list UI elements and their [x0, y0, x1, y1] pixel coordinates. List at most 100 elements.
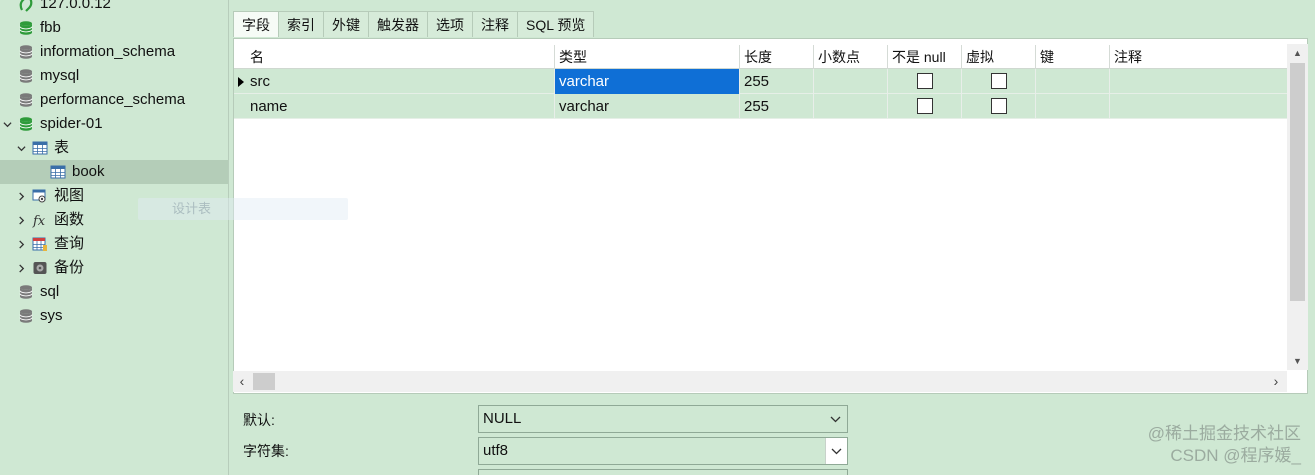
tree-item[interactable]: 查询	[0, 232, 228, 256]
cell-comment[interactable]	[1110, 94, 1288, 119]
not-null-checkbox[interactable]	[917, 98, 933, 114]
database-open-icon	[18, 116, 34, 132]
scroll-down-icon[interactable]: ▼	[1287, 352, 1308, 370]
chevron-right-icon[interactable]	[14, 232, 28, 256]
tree-item-information-schema[interactable]: information_schema	[0, 40, 228, 64]
column-header[interactable]: 类型	[555, 45, 740, 69]
cell-name[interactable]: name	[246, 94, 555, 119]
tree-item-label: spider-01	[40, 115, 103, 132]
tab-0[interactable]: 字段	[233, 11, 279, 37]
drag-ghost-tooltip: 设计表	[138, 198, 348, 220]
column-header[interactable]: 注释	[1110, 45, 1288, 69]
table-icon	[32, 140, 48, 156]
tree-item-sql[interactable]: sql	[0, 280, 228, 304]
database-icon	[18, 92, 34, 108]
tree-item-spider-01[interactable]: spider-01	[0, 112, 228, 136]
cell-type[interactable]: varchar	[555, 69, 740, 94]
scroll-thumb[interactable]	[253, 373, 275, 390]
charset-select[interactable]: utf8	[478, 437, 848, 465]
tree-item[interactable]: 备份	[0, 256, 228, 280]
not-null-checkbox[interactable]	[917, 73, 933, 89]
cell-decimals[interactable]	[814, 94, 888, 119]
tab-3[interactable]: 触发器	[368, 11, 428, 37]
toolbar	[230, 0, 1315, 10]
chevron-down-icon[interactable]	[0, 112, 14, 136]
tree-item-label: book	[72, 163, 105, 180]
tree-item-fbb[interactable]: fbb	[0, 16, 228, 40]
scroll-thumb[interactable]	[1290, 63, 1305, 301]
collation-select-partial[interactable]	[478, 469, 848, 475]
current-row-marker-icon	[236, 69, 246, 94]
vertical-scrollbar[interactable]: ▲ ▼	[1287, 44, 1308, 370]
tree-item-book[interactable]: book	[0, 160, 228, 184]
column-header[interactable]: 虚拟	[962, 45, 1036, 69]
chevron-down-icon[interactable]	[14, 136, 28, 160]
column-header[interactable]: 小数点	[814, 45, 888, 69]
default-value: NULL	[483, 410, 522, 427]
tree-item-mysql[interactable]: mysql	[0, 64, 228, 88]
database-icon	[18, 308, 34, 324]
tree-item-performance-schema[interactable]: performance_schema	[0, 88, 228, 112]
default-select[interactable]: NULL	[478, 405, 848, 433]
table-icon	[50, 164, 66, 180]
column-header[interactable]: 长度	[740, 45, 814, 69]
tree-item-label: mysql	[40, 67, 80, 84]
scroll-up-icon[interactable]: ▲	[1287, 44, 1308, 62]
tab-5[interactable]: 注释	[472, 11, 518, 37]
chevron-right-icon[interactable]	[14, 256, 28, 280]
column-header[interactable]: 键	[1036, 45, 1110, 69]
chevron-down-icon	[827, 406, 843, 432]
chevron-right-icon[interactable]	[14, 184, 28, 208]
tree-item-label: fbb	[40, 19, 61, 36]
cell-length[interactable]: 255	[740, 69, 814, 94]
table-row[interactable]: name varchar 255	[234, 94, 1288, 119]
scroll-left-icon[interactable]: ‹	[233, 371, 251, 392]
tab-1[interactable]: 索引	[278, 11, 324, 37]
designer-tabs: 字段 索引 外键 触发器 选项 注释 SQL 预览	[233, 11, 595, 37]
column-header[interactable]: 不是 null	[888, 45, 962, 69]
connection-icon	[18, 0, 34, 12]
cell-key[interactable]	[1036, 69, 1110, 94]
default-label: 默认:	[243, 412, 275, 428]
cell-key[interactable]	[1036, 94, 1110, 119]
column-header[interactable]: 名	[246, 45, 555, 69]
database-icon	[18, 68, 34, 84]
virtual-checkbox[interactable]	[991, 73, 1007, 89]
database-icon	[18, 284, 34, 300]
cell-not-null[interactable]	[888, 69, 962, 94]
cell-decimals[interactable]	[814, 69, 888, 94]
chevron-right-icon[interactable]	[14, 208, 28, 232]
charset-label: 字符集:	[243, 443, 289, 459]
view-icon	[32, 188, 48, 204]
tree-item-127-0-0-12[interactable]: 127.0.0.12	[0, 0, 228, 16]
charset-value: utf8	[483, 442, 509, 459]
cell-type[interactable]: varchar	[555, 94, 740, 119]
tree-item-sys[interactable]: sys	[0, 304, 228, 328]
cell-name[interactable]: src	[246, 69, 555, 94]
object-tree[interactable]: 127.0.0.12 fbb information_schemamysql perf…	[0, 0, 229, 475]
tab-6[interactable]: SQL 预览	[517, 11, 595, 37]
cell-length[interactable]: 255	[740, 94, 814, 119]
tree-item-label: 查询	[54, 235, 85, 252]
cell-virtual[interactable]	[962, 94, 1036, 119]
cell-virtual[interactable]	[962, 69, 1036, 94]
tree-item-label: sql	[40, 283, 60, 300]
tab-4[interactable]: 选项	[427, 11, 473, 37]
database-open-icon	[18, 20, 34, 36]
fields-grid[interactable]: 名类型 长度 小数点 不是 null 虚拟键注释 src varchar 255 name va…	[233, 38, 1308, 394]
horizontal-scrollbar[interactable]: ‹ ›	[233, 371, 1287, 392]
tree-item-label: 127.0.0.12	[40, 0, 111, 12]
tree-item[interactable]: 表	[0, 136, 228, 160]
virtual-checkbox[interactable]	[991, 98, 1007, 114]
scroll-right-icon[interactable]: ›	[1267, 371, 1285, 392]
table-row[interactable]: src varchar 255	[234, 69, 1288, 94]
tab-2[interactable]: 外键	[323, 11, 369, 37]
grid-header: 名类型 长度 小数点 不是 null 虚拟键注释	[234, 45, 1288, 69]
cell-comment[interactable]	[1110, 69, 1288, 94]
cell-not-null[interactable]	[888, 94, 962, 119]
